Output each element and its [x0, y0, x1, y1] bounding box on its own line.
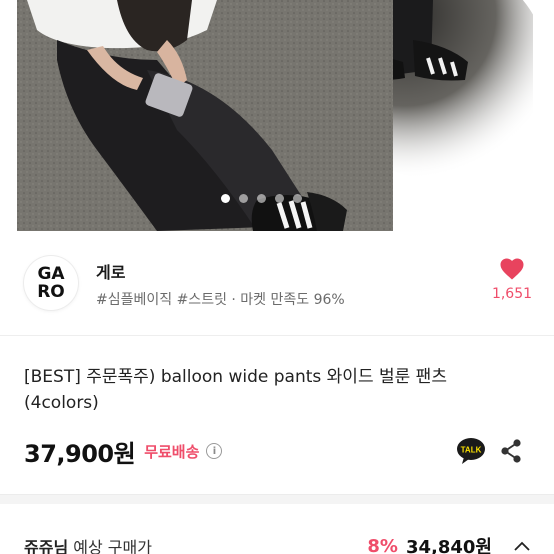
product-price: 37,900원	[24, 439, 136, 468]
info-icon[interactable]: i	[206, 443, 223, 459]
gallery-dot[interactable]	[257, 193, 266, 203]
product-image-gallery[interactable]	[0, 0, 554, 231]
gallery-dot[interactable]	[221, 193, 230, 203]
gallery-dot[interactable]	[293, 193, 302, 203]
share-icon	[501, 439, 521, 463]
shop-name[interactable]: 게로	[96, 259, 125, 283]
gallery-dot[interactable]	[239, 193, 248, 203]
next-product-photo	[393, 0, 533, 231]
expected-price-value: 34,840원	[405, 537, 492, 554]
expected-price-values: 8% 34,840원	[367, 533, 530, 554]
free-shipping-label: 무료배송	[144, 442, 200, 461]
shop-tags: #심플베이직 #스트릿 · 마켓 만족도 96%	[96, 292, 345, 308]
like-count: 1,651	[491, 286, 533, 302]
product-photo[interactable]	[17, 0, 393, 231]
expected-price-row[interactable]: 쥬쥬님 예상 구매가 8% 34,840원	[0, 504, 554, 554]
discount-percent: 8%	[367, 535, 398, 554]
gallery-dot[interactable]	[275, 193, 284, 203]
divider	[0, 335, 554, 336]
shop-logo-text: GA	[37, 264, 65, 284]
heart-icon	[500, 258, 524, 280]
product-title: [BEST] 주문폭주) balloon wide pants 와이드 벌룬 팬…	[24, 367, 447, 413]
talk-icon: TALK	[457, 438, 485, 464]
shop-logo-text: RO	[37, 282, 65, 302]
kakao-talk-button[interactable]: TALK	[456, 437, 486, 465]
section-divider	[0, 494, 554, 504]
talk-icon-label: TALK	[461, 446, 482, 455]
expected-price-text: 예상 구매가	[73, 538, 152, 554]
user-name: 쥬쥬님	[24, 538, 69, 554]
price-row: 37,900원 무료배송 i	[24, 434, 223, 468]
expected-price-label: 쥬쥬님 예상 구매가	[24, 534, 152, 554]
shop-logo[interactable]: GA RO	[24, 256, 78, 310]
chevron-up-icon[interactable]	[514, 541, 530, 551]
like-button[interactable]: 1,651	[488, 258, 536, 302]
share-button[interactable]	[499, 438, 523, 464]
gallery-pagination	[221, 193, 302, 203]
shop-info-row[interactable]	[0, 231, 554, 335]
